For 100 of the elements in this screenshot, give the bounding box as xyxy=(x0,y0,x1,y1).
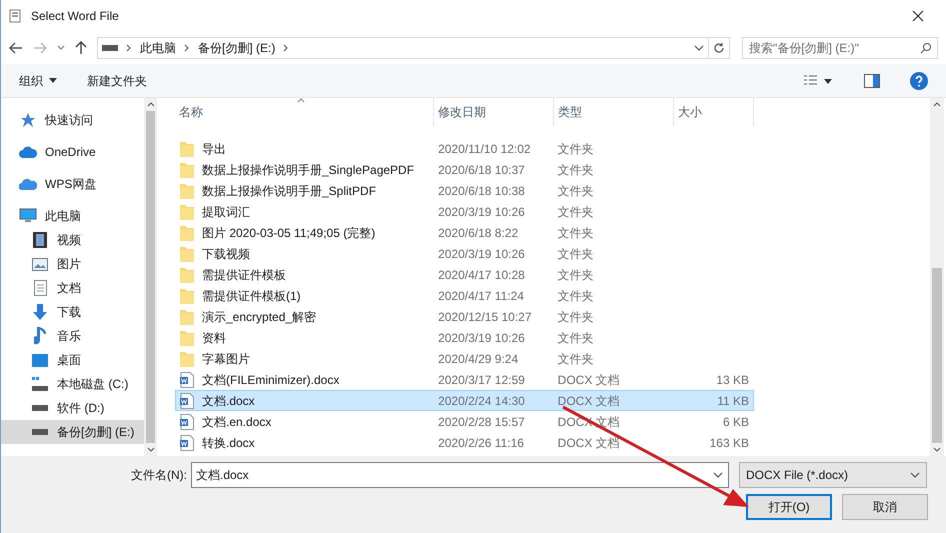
scroll-down-icon[interactable] xyxy=(933,447,941,452)
drive-icon xyxy=(32,405,48,411)
picture-icon xyxy=(32,258,48,270)
back-icon[interactable] xyxy=(9,42,23,54)
file-row[interactable]: 演示_encrypted_解密 2020/12/15 10:27 文件夹 xyxy=(175,306,754,327)
file-row[interactable]: 文档(FILEminimizer).docx 2020/3/17 12:59 DOCX 文档 13 KB xyxy=(175,369,754,390)
up-icon[interactable] xyxy=(75,41,87,55)
chevron-icon[interactable] xyxy=(283,44,290,52)
word-document-icon xyxy=(180,414,194,430)
sidebar-item[interactable]: 桌面 xyxy=(1,348,144,372)
desktop-icon xyxy=(32,354,48,366)
file-row[interactable]: 数据上报操作说明手册_SplitPDF 2020/6/18 10:38 文件夹 xyxy=(175,180,754,201)
type-cell-text: 文件夹 xyxy=(556,224,595,242)
breadcrumb[interactable]: 此电脑 xyxy=(140,39,176,57)
date-cell-text: 2020/4/17 10:28 xyxy=(437,266,526,284)
date-cell-text: 2020/3/17 12:59 xyxy=(437,372,526,388)
sort-caret-icon xyxy=(297,98,305,103)
sidebar-item[interactable]: 文档 xyxy=(1,276,144,300)
date-cell-text: 2020/2/28 15:57 xyxy=(437,414,526,430)
caret-icon[interactable] xyxy=(57,45,65,51)
file-name: 导出 xyxy=(202,140,226,158)
sidebar-item[interactable]: 快速访问 xyxy=(1,108,144,132)
film-icon xyxy=(33,232,47,248)
sidebar-scrollbar[interactable] xyxy=(144,98,157,456)
file-name: 字幕图片 xyxy=(202,350,250,368)
size-cell-text: 6 KB xyxy=(722,414,749,430)
scroll-down-icon[interactable] xyxy=(146,447,154,452)
column-header[interactable]: 大小 xyxy=(674,98,754,126)
organize-button[interactable]: 组织 xyxy=(19,72,57,90)
file-row[interactable]: 图片 2020-03-05 11;49;05 (完整) 2020/6/18 8:22 文件夹 xyxy=(175,222,754,243)
type-cell-text: 文件夹 xyxy=(556,246,595,262)
chevron-icon[interactable] xyxy=(126,44,132,52)
close-icon xyxy=(912,10,924,22)
new-folder-button[interactable]: 新建文件夹 xyxy=(87,72,147,90)
file-row[interactable]: 字幕图片 2020/4/29 9:24 文件夹 xyxy=(175,348,754,369)
scroll-up-icon[interactable] xyxy=(933,102,941,107)
breadcrumb[interactable]: 备份[勿删] (E:) xyxy=(198,39,276,57)
size-cell-text: 13 KB xyxy=(716,372,749,388)
file-row[interactable]: 下载视频 2020/3/19 10:26 文件夹 xyxy=(175,243,754,264)
sidebar-item[interactable]: 此电脑 xyxy=(1,204,144,228)
type-cell-text: DOCX 文档 xyxy=(556,434,621,452)
refresh-button[interactable] xyxy=(708,37,730,59)
file-row[interactable]: 文档.docx 2020/2/24 14:30 DOCX 文档 11 KB xyxy=(175,390,754,411)
sidebar-item[interactable]: WPS网盘 xyxy=(1,172,144,196)
file-row[interactable]: 需提供证件模板 2020/4/17 10:28 文件夹 xyxy=(175,264,754,285)
file-row[interactable]: 转换.docx 2020/2/26 11:16 DOCX 文档 163 KB xyxy=(175,432,754,453)
filename-field[interactable]: 文档.docx xyxy=(191,462,729,488)
file-row[interactable]: 导出 2020/11/10 12:02 文件夹 xyxy=(175,138,754,159)
sidebar-item[interactable]: 备份[勿删] (E:) xyxy=(1,420,144,444)
list-scrollbar[interactable] xyxy=(930,98,944,456)
star-icon xyxy=(20,112,36,128)
scroll-up-icon[interactable] xyxy=(146,102,154,107)
file-row[interactable]: 提取词汇 2020/3/19 10:26 文件夹 xyxy=(175,201,754,222)
cancel-button[interactable]: 取消 xyxy=(842,494,928,520)
file-row[interactable]: 需提供证件模板(1) 2020/4/17 11:24 文件夹 xyxy=(175,285,754,306)
search-field[interactable]: 搜索"备份[勿删] (E:)" xyxy=(742,37,938,59)
file-name: 文档.docx xyxy=(202,392,255,410)
file-type-dropdown[interactable]: DOCX File (*.docx) xyxy=(739,462,927,488)
type-cell-text: 文件夹 xyxy=(556,140,595,158)
type-cell-text: 文件夹 xyxy=(556,288,595,304)
open-button[interactable]: 打开(O) xyxy=(746,494,832,520)
cloud-icon xyxy=(19,146,37,158)
search-icon[interactable] xyxy=(920,42,932,54)
column-header[interactable]: 修改日期 xyxy=(434,98,554,126)
date-cell-text: 2020/3/19 10:26 xyxy=(437,330,526,346)
sidebar-item[interactable]: 软件 (D:) xyxy=(1,396,144,420)
sidebar-item[interactable]: 音乐 xyxy=(1,324,144,348)
sidebar-item[interactable]: 图片 xyxy=(1,252,144,276)
dropdown-icon[interactable] xyxy=(694,45,704,51)
word-document-icon xyxy=(180,372,194,388)
type-cell-text: DOCX 文档 xyxy=(556,392,621,410)
folder-icon xyxy=(180,288,194,304)
folder-icon xyxy=(180,308,194,324)
preview-pane-icon[interactable] xyxy=(864,74,880,88)
column-header[interactable]: 类型 xyxy=(554,98,674,126)
drive-icon xyxy=(102,45,118,51)
sidebar-item[interactable]: OneDrive xyxy=(1,140,144,164)
type-cell-text: 文件夹 xyxy=(556,308,595,326)
folder-icon xyxy=(180,182,194,198)
drive-icon xyxy=(32,377,48,391)
file-name: 需提供证件模板(1) xyxy=(202,288,301,304)
sidebar-item[interactable]: 本地磁盘 (C:) xyxy=(1,372,144,396)
file-name: 数据上报操作说明手册_SinglePagePDF xyxy=(202,162,414,178)
size-cell-text: 163 KB xyxy=(710,434,749,452)
sidebar-item[interactable]: 下载 xyxy=(1,300,144,324)
file-row[interactable]: 资料 2020/3/19 10:26 文件夹 xyxy=(175,327,754,348)
view-options-icon[interactable] xyxy=(804,74,834,86)
dropdown-icon[interactable] xyxy=(713,472,723,478)
date-cell-text: 2020/11/10 12:02 xyxy=(437,140,532,158)
sidebar-item[interactable]: 视频 xyxy=(1,228,144,252)
help-icon[interactable] xyxy=(910,72,928,90)
address-bar[interactable]: 此电脑 备份[勿删] (E:) xyxy=(97,37,709,59)
file-row[interactable]: 数据上报操作说明手册_SinglePagePDF 2020/6/18 10:37 文件夹 xyxy=(175,159,754,180)
file-name: 提取词汇 xyxy=(202,204,250,220)
type-cell-text: DOCX 文档 xyxy=(556,372,621,388)
type-cell-text: 文件夹 xyxy=(556,266,595,284)
column-header[interactable]: 名称 xyxy=(175,98,434,126)
type-cell-text: 文件夹 xyxy=(556,330,595,346)
chevron-icon[interactable] xyxy=(184,44,190,52)
date-cell-text: 2020/6/18 8:22 xyxy=(437,224,520,242)
